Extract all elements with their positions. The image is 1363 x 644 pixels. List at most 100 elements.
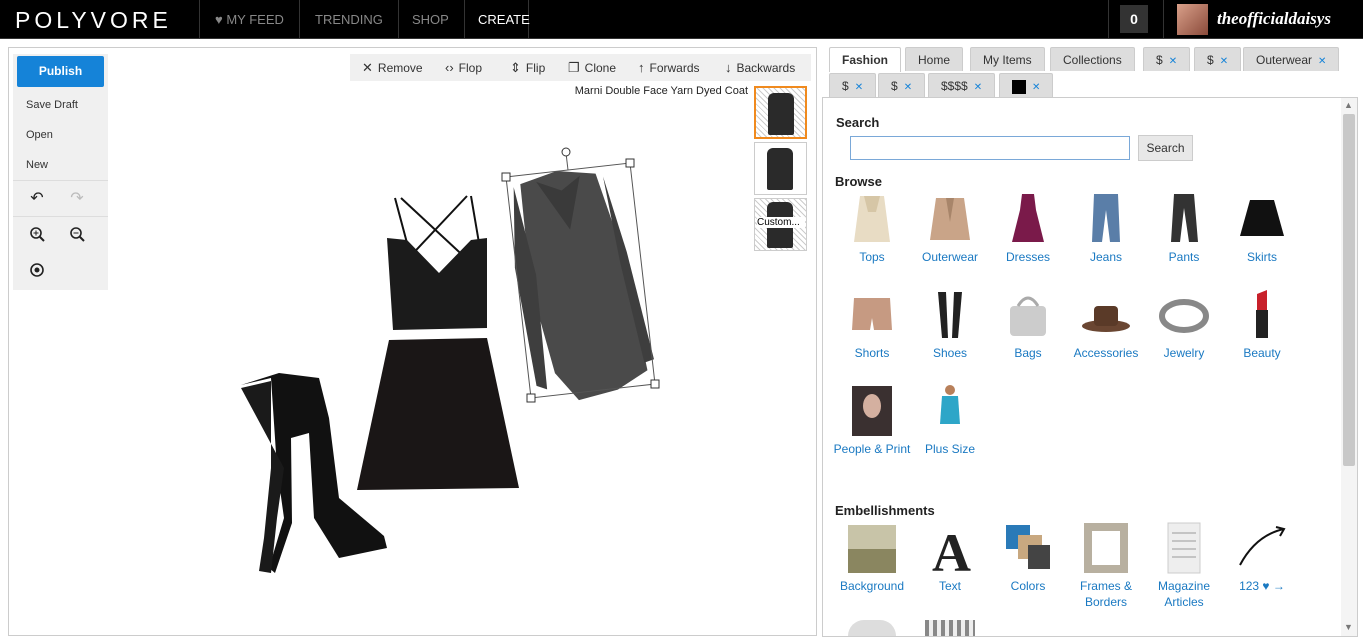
close-icon: ✕ [362, 60, 373, 75]
filter-label: $ [1207, 53, 1214, 67]
embellishment-frames[interactable]: Frames & Borders [1067, 521, 1145, 610]
embellishment-colors[interactable]: Colors [989, 521, 1067, 594]
flip-button[interactable]: ⇕ Flip [510, 54, 545, 81]
flop-button[interactable]: ‹› Flop [445, 54, 482, 81]
resize-handle-tr[interactable] [625, 158, 635, 168]
save-draft-button[interactable]: Save Draft [26, 99, 78, 111]
clone-button[interactable]: ❐ Clone [568, 54, 616, 81]
user-menu[interactable]: theofficialdaisys [1165, 0, 1363, 39]
tab-home[interactable]: Home [905, 47, 964, 71]
nav-shop[interactable]: SHOP [397, 0, 465, 39]
cart-button[interactable]: 0 [1108, 0, 1164, 39]
category-jeans[interactable]: Jeans [1067, 192, 1145, 265]
center-view-icon[interactable] [27, 262, 47, 282]
filter-tab-price-5[interactable]: $$$$ ✕ [928, 73, 996, 97]
open-button[interactable]: Open [26, 129, 53, 141]
backwards-label: Backwards [736, 61, 796, 75]
embellishment-label: Background [839, 579, 905, 593]
filter-label: $$$$ [941, 79, 968, 93]
zoom-out-icon[interactable] [67, 226, 87, 246]
category-label: Dresses [1005, 250, 1050, 264]
embellishment-doodles[interactable]: 123 ♥ → [1223, 521, 1301, 594]
search-button[interactable]: Search [1138, 135, 1193, 161]
tab-collections[interactable]: Collections [1050, 47, 1135, 71]
close-icon[interactable]: ✕ [1318, 56, 1326, 67]
category-outerwear[interactable]: Outerwear [911, 192, 989, 265]
crop-top-item[interactable] [387, 195, 487, 330]
close-icon[interactable]: ✕ [1169, 56, 1177, 67]
category-label: Pants [1168, 250, 1200, 264]
pants-thumbnail [1158, 192, 1210, 246]
arrow-doodle-thumbnail [1236, 521, 1288, 575]
tab-my-items[interactable]: My Items [970, 47, 1045, 71]
filter-tab-price-3[interactable]: $ ✕ [829, 73, 877, 97]
embellishment-partial-1[interactable] [848, 620, 896, 636]
arrow-up-icon: ↑ [638, 60, 645, 75]
undo-icon[interactable]: ↶ [27, 189, 47, 209]
close-icon[interactable]: ✕ [1220, 56, 1228, 67]
outerwear-thumbnail [924, 192, 976, 246]
backwards-button[interactable]: ↓ Backwards [725, 54, 795, 81]
embellishment-magazine[interactable]: Magazine Articles [1145, 521, 1223, 610]
category-pants[interactable]: Pants [1145, 192, 1223, 265]
category-shoes[interactable]: Shoes [911, 288, 989, 361]
variant-thumb-1[interactable] [754, 86, 807, 139]
category-shorts[interactable]: Shorts [833, 288, 911, 361]
category-skirts[interactable]: Skirts [1223, 192, 1301, 265]
filter-tab-price-2[interactable]: $ ✕ [1194, 47, 1242, 71]
redo-icon[interactable]: ↷ [67, 189, 87, 209]
polyvore-logo[interactable]: POLYVORE [15, 7, 172, 34]
embellishment-background[interactable]: Background [833, 521, 911, 594]
nav-create[interactable]: CREATE [463, 0, 530, 39]
nav-my-feed[interactable]: ♥ MY FEED [199, 0, 300, 39]
resize-handle-br[interactable] [650, 379, 660, 389]
bags-thumbnail [1002, 288, 1054, 342]
browse-heading: Browse [835, 174, 882, 189]
filter-tab-price-1[interactable]: $ ✕ [1143, 47, 1191, 71]
new-button[interactable]: New [26, 159, 48, 171]
close-icon[interactable]: ✕ [855, 82, 863, 93]
nav-trending[interactable]: TRENDING [300, 0, 399, 39]
search-heading: Search [836, 115, 880, 130]
forwards-button[interactable]: ↑ Forwards [638, 54, 700, 81]
close-icon[interactable]: ✕ [904, 82, 912, 93]
scroll-up-icon[interactable]: ▲ [1344, 100, 1353, 110]
filter-tab-price-4[interactable]: $ ✕ [878, 73, 926, 97]
category-jewelry[interactable]: Jewelry [1145, 288, 1223, 361]
resize-handle-bl[interactable] [526, 393, 536, 403]
close-icon[interactable]: ✕ [974, 82, 982, 93]
variant-thumb-custom[interactable]: Custom... [754, 198, 807, 251]
scroll-down-icon[interactable]: ▼ [1344, 622, 1353, 632]
category-tops[interactable]: Tops [833, 192, 911, 265]
background-thumbnail [846, 521, 898, 575]
coat-item-selected[interactable] [502, 161, 658, 406]
category-dresses[interactable]: Dresses [989, 192, 1067, 265]
category-accessories[interactable]: Accessories [1067, 288, 1145, 361]
variant-thumb-2[interactable] [754, 142, 807, 195]
embellishment-label: Colors [1010, 579, 1046, 593]
coat-thumbnail [768, 93, 794, 135]
remove-button[interactable]: ✕ Remove [362, 54, 423, 81]
resize-handle-tl[interactable] [501, 172, 511, 182]
scrollbar-thumb[interactable] [1343, 114, 1355, 466]
accessories-thumbnail [1080, 288, 1132, 342]
tops-thumbnail [846, 192, 898, 246]
category-beauty[interactable]: Beauty [1223, 288, 1301, 361]
category-plus-size[interactable]: Plus Size [911, 384, 989, 457]
set-canvas[interactable] [8, 47, 817, 636]
embellishment-text[interactable]: A Text [911, 521, 989, 594]
flip-icon: ⇕ [510, 60, 521, 75]
zoom-in-icon[interactable] [27, 226, 47, 246]
embellishment-partial-2[interactable] [925, 620, 975, 636]
close-icon[interactable]: ✕ [1032, 82, 1040, 93]
rotate-handle[interactable] [561, 147, 571, 157]
filter-tab-outerwear[interactable]: Outerwear ✕ [1243, 47, 1340, 71]
filter-tab-color-black[interactable]: ✕ [999, 73, 1054, 97]
tab-fashion[interactable]: Fashion [829, 47, 902, 72]
search-input[interactable] [850, 136, 1130, 160]
skirts-thumbnail [1236, 192, 1288, 246]
skirt-item[interactable] [357, 338, 519, 490]
publish-button[interactable]: Publish [17, 56, 104, 87]
category-people-print[interactable]: People & Print [833, 384, 911, 457]
category-bags[interactable]: Bags [989, 288, 1067, 361]
